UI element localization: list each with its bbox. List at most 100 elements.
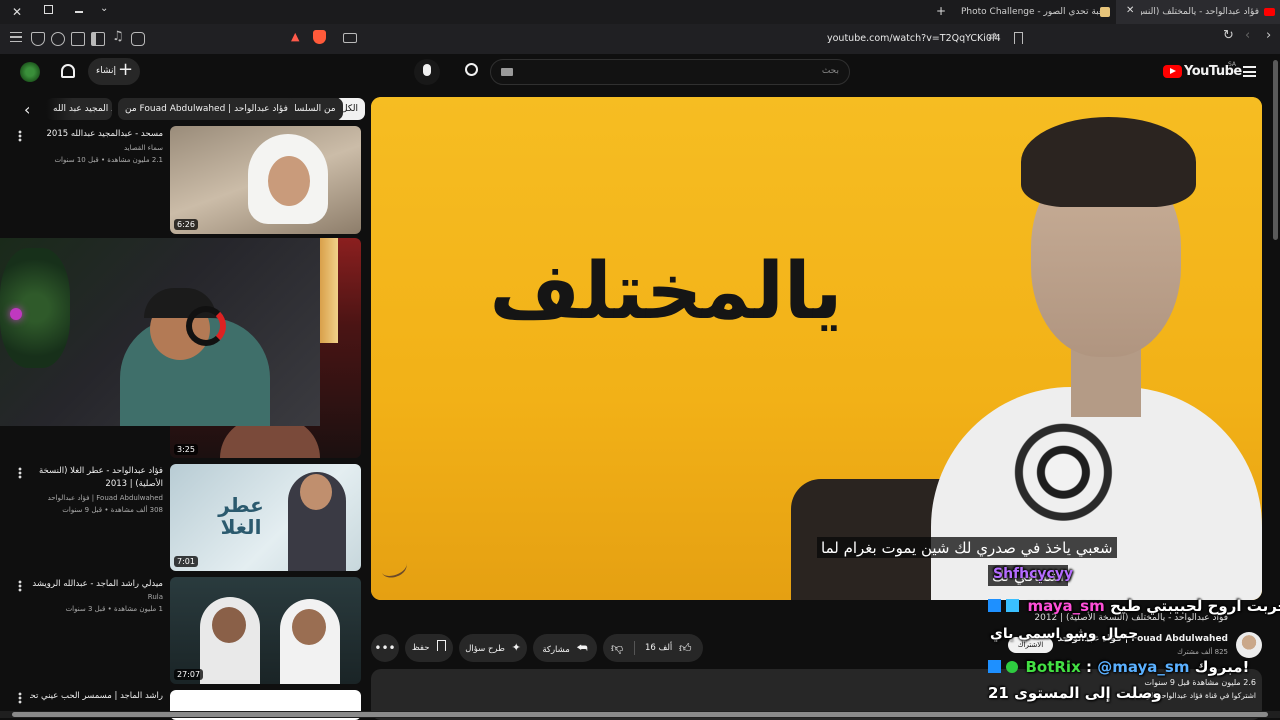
- chat-mention: @maya_sm: [1097, 658, 1190, 676]
- channel-avatar[interactable]: [1236, 632, 1262, 658]
- tab-favicon: [1100, 7, 1110, 17]
- tabs-icon[interactable]: [71, 32, 85, 46]
- search-placeholder: بحث: [821, 66, 839, 76]
- video-channel[interactable]: Rula: [30, 592, 163, 603]
- close-tab-icon[interactable]: ✕: [1126, 5, 1134, 16]
- create-button[interactable]: + إنشاء: [88, 58, 140, 85]
- thumb-detail: [320, 238, 338, 343]
- tab-photo-challenge[interactable]: Photo Challenge - لعبة تحدي الصور: [958, 0, 1106, 24]
- headset-icon: [186, 306, 226, 346]
- duration-badge: 3:25: [174, 444, 198, 455]
- url-settings-icon[interactable]: ⇄: [988, 30, 997, 43]
- video-title[interactable]: ميدلي راشد الماجد - عبدالله الرويشد: [30, 578, 163, 591]
- horizontal-scrollbar-thumb[interactable]: [12, 712, 1268, 717]
- duration-badge: 27:07: [174, 669, 204, 680]
- chat-badge-icon: [988, 599, 1001, 612]
- shield-icon[interactable]: [31, 32, 45, 46]
- chat-badge-icon: [1006, 599, 1020, 612]
- horizontal-scrollbar[interactable]: [0, 711, 1280, 718]
- new-tab-button[interactable]: +: [936, 4, 946, 18]
- dislike-button[interactable]: 👎︎: [611, 634, 623, 662]
- create-label: إنشاء: [96, 66, 117, 76]
- video-title[interactable]: مسحد - عبدالمجيد عبدالله 2015: [30, 128, 164, 141]
- warning-icon[interactable]: ▲: [291, 30, 299, 43]
- url-field[interactable]: youtube.com/watch?v=T2QqYCKi0i4: [827, 33, 1001, 44]
- thumb-face: [212, 607, 246, 643]
- verified-icon: [1006, 661, 1019, 673]
- region-code: SA: [1228, 61, 1237, 68]
- sparkle-icon: ✦: [511, 641, 521, 654]
- browser-tab-bar: ✕ ⌄ + Photo Challenge - لعبة تحدي الصور …: [0, 0, 1280, 24]
- tabs-dropdown-icon[interactable]: ⌄: [100, 3, 108, 14]
- guide-menu-bar: [1243, 71, 1256, 73]
- brave-shield-icon[interactable]: [313, 30, 326, 44]
- chip-from-channel[interactable]: من Fouad Abdulwahed | فؤاد عبدالواحد: [118, 98, 295, 120]
- video-player[interactable]: يالمختلف شعبي ياخذ في صدري لك شين يموت ب…: [371, 97, 1262, 600]
- title-art: يالمختلف: [489, 247, 845, 337]
- caption-line-1: شعبي ياخذ في صدري لك شين يموت بغرام لما: [817, 537, 1117, 558]
- video-channel[interactable]: Fouad Abdulwahed | فؤاد عبدالواحد: [30, 493, 163, 504]
- reader-mode-icon[interactable]: [343, 33, 357, 43]
- chat-bot-name: BotRix: [1025, 658, 1081, 676]
- save-label: حفظ: [411, 643, 430, 653]
- plus-icon: +: [118, 59, 134, 80]
- video-title[interactable]: فؤاد عبدالواحد - عطر الغلا (النسخة الأصل…: [30, 465, 163, 491]
- youtube-logo[interactable]: YouTube SA: [1163, 61, 1243, 80]
- ask-button[interactable]: طرح سؤال ✦: [459, 634, 527, 662]
- bookmark-icon[interactable]: [1014, 32, 1023, 44]
- bookmark-add-icon: [437, 640, 447, 651]
- chat-overlay-level: وصلت إلى المستوى 21: [988, 684, 1162, 702]
- chips-scroll-left-icon[interactable]: ‹: [24, 100, 30, 119]
- video-channel[interactable]: سماء القصايد: [30, 143, 163, 154]
- avatar[interactable]: [20, 62, 40, 82]
- page-scrollbar[interactable]: [1273, 60, 1278, 240]
- share-arrow-icon: ⮪: [576, 641, 588, 655]
- music-icon[interactable]: ♫: [112, 29, 124, 44]
- more-actions-button[interactable]: •••: [371, 634, 399, 662]
- sidebar-icon[interactable]: [91, 32, 105, 46]
- video-meta: 308 ألف مشاهدة • قبل 9 سنوات: [62, 506, 163, 514]
- video-title[interactable]: راشد الماجد | مسمسر الحب عيني تحب عيونك …: [30, 690, 163, 703]
- extensions-icon[interactable]: [131, 32, 145, 46]
- chat-overlay-message-cont: جمال وشو اسمي ياي: [990, 626, 1139, 642]
- tab-active-video[interactable]: ✕ فؤاد عبدالواحد - يالمختلف (النس...: [1116, 0, 1280, 24]
- back-icon[interactable]: ‹: [1245, 28, 1250, 43]
- thumb-title-art: عطر الغلا: [218, 493, 264, 539]
- chat-overlay-bot-message: BotRix : @maya_sm مبروك!: [988, 658, 1249, 676]
- tab-label: فؤاد عبدالواحد - يالمختلف (النس...: [1141, 7, 1259, 17]
- like-count[interactable]: 16 ألف: [645, 634, 672, 662]
- share-button[interactable]: مشاركة ⮪: [533, 634, 597, 662]
- forward-icon[interactable]: ›: [1266, 28, 1271, 43]
- caption-text: شعبي ياخذ في صدري لك شين يموت بغرام لما: [821, 539, 1113, 557]
- more-options-icon[interactable]: [18, 692, 22, 704]
- video-thumbnail[interactable]: عطر الغلا 7:01: [170, 464, 361, 571]
- more-options-icon[interactable]: [18, 580, 22, 592]
- browser-toolbar: ♫ ▲ youtube.com/watch?v=T2QqYCKi0i4 ⇄ ↻ …: [0, 24, 1280, 54]
- streamer-webcam-overlay: [0, 238, 320, 426]
- restore-window-icon[interactable]: [44, 5, 53, 14]
- more-options-icon[interactable]: [18, 467, 22, 479]
- duration-badge: 6:26: [174, 219, 198, 230]
- video-thumbnail[interactable]: 27:07: [170, 577, 361, 684]
- share-label: مشاركة: [542, 645, 570, 655]
- ask-label: طرح سؤال: [465, 644, 505, 654]
- close-window-icon[interactable]: ✕: [12, 5, 22, 19]
- chat-overlay-message: maya_sm جربت اروح لحبيبتي طيح: [988, 597, 1280, 615]
- chip-abdulmajeed[interactable]: عبد المجيد عبد الله: [46, 98, 112, 120]
- keyboard-icon[interactable]: [501, 68, 513, 76]
- video-thumbnail[interactable]: 6:26: [170, 126, 361, 234]
- pin-icon[interactable]: [51, 32, 65, 46]
- notifications-bell-icon[interactable]: [61, 64, 75, 78]
- chat-bot-message: مبروك!: [1194, 658, 1250, 676]
- reload-icon[interactable]: ↻: [1223, 28, 1234, 43]
- video-meta: 2.1 مليون مشاهدة • قبل 10 سنوات: [54, 156, 163, 164]
- search-icon[interactable]: [465, 63, 478, 76]
- minimize-window-icon[interactable]: [75, 11, 83, 13]
- more-options-icon[interactable]: [18, 130, 22, 142]
- search-input[interactable]: بحث: [490, 59, 850, 85]
- thumb-face: [268, 156, 310, 206]
- like-button[interactable]: 👍︎: [679, 634, 692, 662]
- chat-overlay-mention: Shfhcycyy: [993, 566, 1074, 582]
- more-horizontal-icon: •••: [374, 641, 396, 655]
- save-button[interactable]: حفظ: [405, 634, 453, 662]
